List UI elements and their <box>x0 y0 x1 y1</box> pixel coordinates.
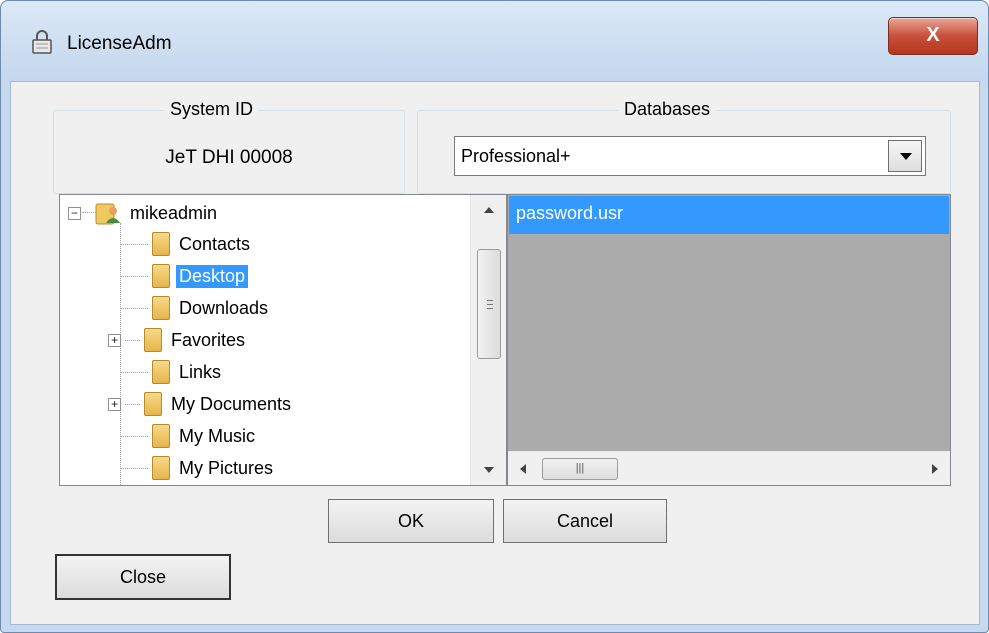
tree-item-label: Desktop <box>176 264 249 288</box>
tree-item-label: Favorites <box>171 329 246 350</box>
tree-item-my-documents[interactable]: + My Documents <box>108 389 294 419</box>
file-list[interactable]: password.usr ||| <box>507 194 951 486</box>
scrollbar-thumb[interactable] <box>477 249 501 359</box>
tree-item-links[interactable]: Links <box>120 357 224 387</box>
tree-item-desktop[interactable]: Desktop <box>120 261 249 291</box>
close-button[interactable]: Close <box>55 554 231 600</box>
lock-icon <box>32 30 52 54</box>
folder-tree[interactable]: − mikeadmin Contacts Desktop Downloads +… <box>59 194 507 486</box>
tree-connector <box>120 467 148 469</box>
documents-folder-icon <box>144 392 162 416</box>
title-bar[interactable]: LicenseAdm X <box>1 1 988 81</box>
tree-connector <box>125 339 140 341</box>
tree-root[interactable]: − mikeadmin <box>68 198 220 228</box>
links-folder-icon <box>152 360 170 384</box>
close-icon: X <box>926 24 940 46</box>
tree-item-my-music[interactable]: My Music <box>120 421 258 451</box>
favorites-folder-icon <box>144 328 162 352</box>
scroll-right-icon[interactable] <box>932 464 938 474</box>
system-id-group: System ID JeT DHI 00008 <box>53 99 405 194</box>
tree-item-label: My Music <box>179 425 255 446</box>
grip-icon <box>487 300 493 301</box>
expand-icon[interactable]: + <box>108 397 121 411</box>
tree-connector <box>120 371 148 373</box>
downloads-folder-icon <box>152 296 170 320</box>
tree-item-label: Links <box>179 361 222 382</box>
databases-label: Databases <box>618 99 717 120</box>
window-title: LicenseAdm <box>67 33 172 54</box>
scroll-down-icon[interactable] <box>484 467 494 473</box>
pictures-folder-icon <box>152 456 170 480</box>
tree-connector <box>120 275 148 277</box>
scroll-up-icon[interactable] <box>484 207 494 213</box>
tree-connector <box>125 403 140 405</box>
tree-item-contacts[interactable]: Contacts <box>120 229 253 259</box>
tree-connector <box>120 435 148 437</box>
system-id-value: JeT DHI 00008 <box>165 147 293 168</box>
tree-vertical-scrollbar[interactable] <box>470 195 506 485</box>
tree-item-downloads[interactable]: Downloads <box>120 293 271 323</box>
user-folder-icon <box>95 203 120 225</box>
desktop-folder-icon <box>152 264 170 288</box>
scrollbar-thumb[interactable]: ||| <box>542 458 618 480</box>
window-close-button[interactable]: X <box>888 17 978 55</box>
dialog-client-area: System ID JeT DHI 00008 Databases Profes… <box>10 81 980 625</box>
grip-icon <box>487 308 493 309</box>
ok-button[interactable]: OK <box>328 499 494 543</box>
tree-item-label: My Pictures <box>179 457 274 478</box>
tree-item-my-pictures[interactable]: My Pictures <box>120 453 276 483</box>
file-list-horizontal-scrollbar[interactable]: ||| <box>508 451 950 485</box>
music-folder-icon <box>152 424 170 448</box>
grip-icon <box>487 304 493 305</box>
file-item-password-usr[interactable]: password.usr <box>509 196 949 234</box>
expand-icon[interactable]: + <box>108 333 121 347</box>
collapse-icon[interactable]: − <box>68 206 81 220</box>
tree-item-label: My Documents <box>171 393 292 414</box>
tree-connector <box>120 307 148 309</box>
system-id-label: System ID <box>164 99 260 120</box>
cancel-button[interactable]: Cancel <box>503 499 667 543</box>
tree-item-label: Downloads <box>179 297 269 318</box>
databases-selected-value: Professional+ <box>461 146 571 166</box>
tree-root-label: mikeadmin <box>130 202 218 223</box>
scroll-left-icon[interactable] <box>520 464 526 474</box>
chevron-down-icon[interactable] <box>888 140 922 172</box>
license-adm-window: LicenseAdm X System ID JeT DHI 00008 Dat… <box>0 0 989 633</box>
tree-connector <box>120 243 148 245</box>
contacts-folder-icon <box>152 232 170 256</box>
databases-select[interactable]: Professional+ <box>454 136 926 176</box>
tree-item-label: Contacts <box>179 233 251 254</box>
databases-group: Databases Professional+ <box>417 99 951 194</box>
tree-item-favorites[interactable]: + Favorites <box>108 325 248 355</box>
